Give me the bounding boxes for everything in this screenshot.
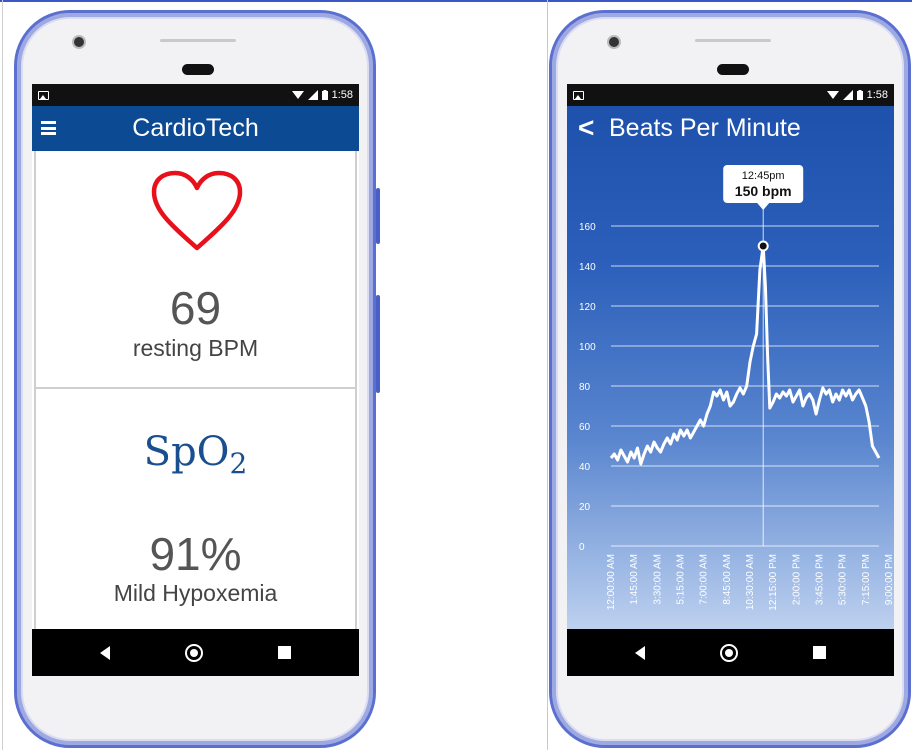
spo2-card[interactable]: SpO2 91% Mild Hypoxemia <box>34 389 357 629</box>
y-tick-label: 20 <box>579 502 591 513</box>
x-tick-label: 10:30:00 AM <box>745 554 756 610</box>
x-tick-label: 1:45:00 AM <box>629 554 640 605</box>
bpm-series-line <box>609 244 881 466</box>
y-tick-label: 0 <box>579 542 585 553</box>
battery-icon <box>321 90 328 100</box>
app-bar: CardioTech <box>32 106 359 151</box>
app-title: CardioTech <box>132 114 259 142</box>
nav-home-icon[interactable] <box>719 643 738 662</box>
status-time: 1:58 <box>866 89 888 101</box>
spo2-subscript: 2 <box>229 447 248 480</box>
speaker-grille <box>182 64 214 75</box>
x-tick-label: 12:15:00 PM <box>768 554 779 611</box>
status-bar: 1:58 <box>567 84 894 106</box>
x-tick-label: 12:00:00 AM <box>606 554 617 610</box>
signal-icon <box>842 90 853 100</box>
y-tick-label: 100 <box>579 342 596 353</box>
top-border <box>0 0 912 2</box>
spo2-status: Mild Hypoxemia <box>113 580 278 606</box>
x-tick-label: 2:00:00 PM <box>791 554 802 605</box>
nav-home-icon[interactable] <box>184 643 203 662</box>
image-icon <box>38 90 49 100</box>
nav-recent-icon[interactable] <box>813 646 827 659</box>
x-tick-label: 5:30:00 PM <box>838 554 849 605</box>
heart-rate-card[interactable]: 69 resting BPM <box>34 151 357 389</box>
back-arrow-icon[interactable]: < <box>578 112 594 144</box>
volume-button[interactable] <box>376 188 380 244</box>
tooltip-time: 12:45pm <box>742 170 785 182</box>
phone-detail: 1:58 < Beats Per Minute 0 20 40 60 80 100 120 1… <box>549 10 911 748</box>
bpm-line-chart[interactable]: 0 20 40 60 80 100 120 140 160 12:00:00 AM 1:45:00… <box>567 151 894 629</box>
bpm-value: 69 <box>169 282 222 334</box>
chart-grid <box>611 225 879 547</box>
android-nav-bar <box>32 629 359 676</box>
y-tick-label: 140 <box>579 262 596 273</box>
battery-icon <box>856 90 863 100</box>
tooltip-value: 150 bpm <box>735 183 792 199</box>
chart-title: Beats Per Minute <box>609 114 801 142</box>
y-axis-ticks: 0 20 40 60 80 100 120 140 160 <box>579 222 596 553</box>
earpiece-slot <box>160 39 236 42</box>
left-border <box>2 0 3 750</box>
x-tick-label: 9:00:00 PM <box>884 554 894 605</box>
status-icons: 1:58 <box>291 89 353 101</box>
y-tick-label: 160 <box>579 222 596 233</box>
nav-back-icon[interactable] <box>99 645 110 660</box>
x-axis-ticks: 12:00:00 AM 1:45:00 AM 3:30:00 AM 5:15:00 A… <box>606 554 894 611</box>
home-screen: 1:58 CardioTech 69 resting BPM SpO2 91% … <box>32 84 359 676</box>
android-nav-bar <box>567 629 894 676</box>
image-icon <box>573 90 584 100</box>
status-time: 1:58 <box>331 89 353 101</box>
spo2-heading: SpO2 <box>36 429 355 480</box>
panel-divider <box>547 0 548 750</box>
x-tick-label: 7:15:00 PM <box>861 554 872 605</box>
speaker-grille <box>717 64 749 75</box>
front-camera <box>74 37 84 47</box>
status-icons: 1:58 <box>826 89 888 101</box>
y-tick-label: 60 <box>579 422 591 433</box>
front-camera <box>609 37 619 47</box>
status-bar: 1:58 <box>32 84 359 106</box>
bpm-chart-screen: 1:58 < Beats Per Minute 0 20 40 60 80 100 120 1… <box>567 84 894 676</box>
signal-icon <box>307 90 318 100</box>
wifi-icon <box>291 91 304 99</box>
menu-icon[interactable] <box>41 121 56 135</box>
earpiece-slot <box>695 39 771 42</box>
nav-recent-icon[interactable] <box>278 646 292 659</box>
chart-tooltip: 12:45pm 150 bpm <box>723 165 804 210</box>
tooltip-arrow <box>757 203 770 210</box>
x-tick-label: 5:15:00 AM <box>675 554 686 605</box>
bpm-label: resting BPM <box>132 335 259 361</box>
x-tick-label: 3:30:00 AM <box>652 554 663 605</box>
power-button[interactable] <box>376 295 380 393</box>
x-tick-label: 7:00:00 AM <box>699 554 710 605</box>
x-tick-label: 3:45:00 PM <box>814 554 825 605</box>
x-tick-label: 8:45:00 AM <box>722 554 733 605</box>
chart-header: < Beats Per Minute <box>567 106 894 151</box>
y-tick-label: 120 <box>579 302 596 313</box>
screenshot-canvas: 1:58 CardioTech 69 resting BPM SpO2 91% … <box>0 0 912 750</box>
spo2-text: SpO <box>143 429 230 475</box>
phone-home: 1:58 CardioTech 69 resting BPM SpO2 91% … <box>14 10 380 748</box>
heart-icon <box>151 170 243 251</box>
spo2-value: 91% <box>149 528 242 580</box>
highlight-point <box>757 240 769 252</box>
wifi-icon <box>826 91 839 99</box>
y-tick-label: 40 <box>579 462 591 473</box>
nav-back-icon[interactable] <box>634 645 645 660</box>
y-tick-label: 80 <box>579 382 591 393</box>
